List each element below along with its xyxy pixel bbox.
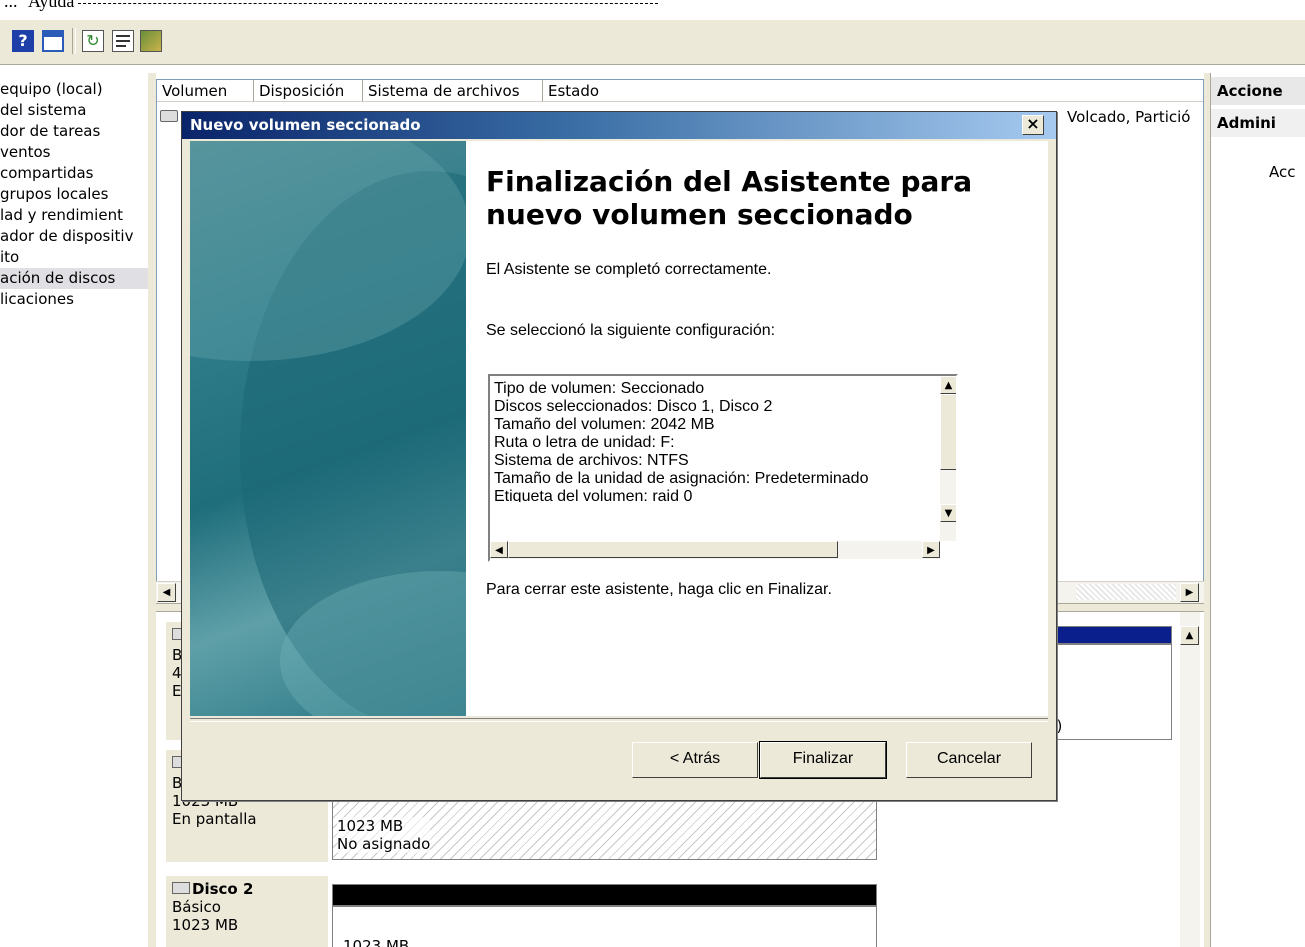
actions-section-header[interactable]: Admini [1211, 109, 1305, 137]
disk-settings-icon[interactable] [140, 30, 162, 52]
refresh-icon[interactable]: ↻ [82, 30, 104, 52]
disk1-partition-size: 1023 MB [337, 817, 404, 835]
disk1-partition-state: No asignado [337, 835, 431, 853]
scroll-right-arrow-icon[interactable]: ▶ [922, 541, 940, 558]
help-icon[interactable]: ? [12, 30, 34, 52]
toolbar-separator [72, 28, 76, 54]
tree-item-disk-management[interactable]: ación de discos [0, 268, 148, 289]
tree-item-local-users-groups[interactable]: grupos locales [0, 184, 148, 205]
summary-line: Discos seleccionados: Disco 1, Disco 2 [494, 398, 773, 415]
actions-header: Accione [1211, 77, 1305, 105]
summary-line: Tipo de volumen: Seccionado [494, 380, 705, 397]
scroll-up-arrow-icon[interactable]: ▲ [1180, 626, 1199, 645]
tree-item-event-viewer[interactable]: ventos [0, 142, 148, 163]
scrollbar-thumb[interactable] [940, 394, 956, 470]
disk2-partition[interactable]: 1023 MB [332, 906, 877, 947]
dialog-title: Nuevo volumen seccionado [190, 116, 421, 134]
toolbar: ? ↻ [0, 20, 1305, 65]
summary-line: Tamaño de la unidad de asignación: Prede… [494, 470, 869, 487]
tree-splitter[interactable] [148, 73, 156, 947]
dialog-title-bar[interactable]: Nuevo volumen seccionado × [182, 112, 1056, 139]
wizard-side-banner [190, 141, 466, 716]
tree-item-device-manager[interactable]: ador de dispositiv [0, 226, 148, 247]
tree-item-reliability-performance[interactable]: lad y rendimient [0, 205, 148, 226]
finish-button[interactable]: Finalizar [759, 741, 887, 779]
tree-item-storage[interactable]: ito [0, 247, 148, 268]
close-icon[interactable]: × [1022, 115, 1044, 135]
button-bar-separator [190, 718, 1048, 722]
summary-line: Tamaño del volumen: 2042 MB [494, 416, 715, 433]
disk2-partition-header-bar [332, 884, 877, 906]
configuration-summary-box[interactable]: Tipo de volumen: Seccionado Discos selec… [488, 374, 958, 562]
disk2-label[interactable]: Disco 2 Básico 1023 MB [166, 876, 328, 947]
menu-item-help[interactable]: Ayuda [28, 0, 74, 12]
scroll-right-arrow-icon[interactable]: ▶ [1180, 583, 1199, 602]
disk2-partition-size: 1023 MB [343, 937, 410, 947]
column-header-layout[interactable]: Disposición [254, 80, 363, 102]
properties-icon[interactable] [112, 30, 134, 52]
column-header-volume[interactable]: Volumen [157, 80, 254, 102]
wizard-close-hint: Para cerrar este asistente, haga clic en… [486, 581, 832, 598]
actions-pane: Accione Admini Acc [1210, 73, 1305, 947]
menu-clipped-text [78, 0, 658, 4]
tree-item-computer[interactable]: equipo (local) [0, 79, 148, 100]
wizard-headline: Finalización del Asistente para nuevo vo… [486, 165, 973, 231]
summary-line: Sistema de archivos: NTFS [494, 452, 689, 469]
summary-line: Etiqueta del volumen: raid 0 [494, 488, 693, 502]
back-button[interactable]: < Atrás [632, 742, 758, 778]
disk-view-vertical-scrollbar[interactable]: ▲ [1180, 612, 1200, 947]
column-header-file-system[interactable]: Sistema de archivos [363, 80, 543, 102]
actions-item[interactable]: Acc [1269, 163, 1296, 181]
cancel-button[interactable]: Cancelar [906, 742, 1032, 778]
wizard-dialog: Nuevo volumen seccionado × Finalización … [181, 111, 1057, 801]
wizard-banner-graphic [190, 141, 466, 716]
scrollbar-track [1076, 584, 1176, 600]
scroll-up-arrow-icon[interactable]: ▲ [940, 376, 956, 394]
wizard-completed-text: El Asistente se completó correctamente. [486, 261, 772, 278]
tree-item-task-scheduler[interactable]: dor de tareas [0, 121, 148, 142]
console-view-icon[interactable] [42, 30, 64, 52]
disk-icon [172, 882, 190, 894]
summary-line: Ruta o letra de unidad: F: [494, 434, 675, 451]
disk2-size: 1023 MB [172, 916, 239, 934]
summary-vertical-scrollbar[interactable]: ▲ ▼ [940, 376, 956, 541]
column-header-status[interactable]: Estado [543, 80, 1203, 102]
scroll-left-arrow-icon[interactable]: ◀ [490, 541, 508, 558]
volume-status-cell: Volcado, Partició [1067, 108, 1191, 126]
tree-item-applications[interactable]: licaciones [0, 289, 148, 310]
tree-item-shared-folders[interactable]: compartidas [0, 163, 148, 184]
wizard-config-label: Se seleccionó la siguiente configuración… [486, 322, 776, 339]
summary-horizontal-scrollbar[interactable]: ◀ ▶ [490, 541, 940, 559]
disk2-name: Disco 2 [192, 880, 254, 898]
tree-item-system-tools[interactable]: del sistema [0, 100, 148, 121]
scroll-left-arrow-icon[interactable]: ◀ [157, 583, 176, 602]
navigation-tree: equipo (local) del sistema dor de tareas… [0, 73, 148, 947]
menu-bar: ... Ayuda [0, 0, 1305, 20]
scroll-down-arrow-icon[interactable]: ▼ [940, 504, 956, 522]
disk-icon [160, 110, 178, 122]
menu-item-truncated[interactable]: ... [4, 0, 18, 12]
disk2-type: Básico [172, 898, 221, 916]
scrollbar-thumb[interactable] [508, 541, 838, 558]
disk1-status: En pantalla [172, 810, 257, 828]
